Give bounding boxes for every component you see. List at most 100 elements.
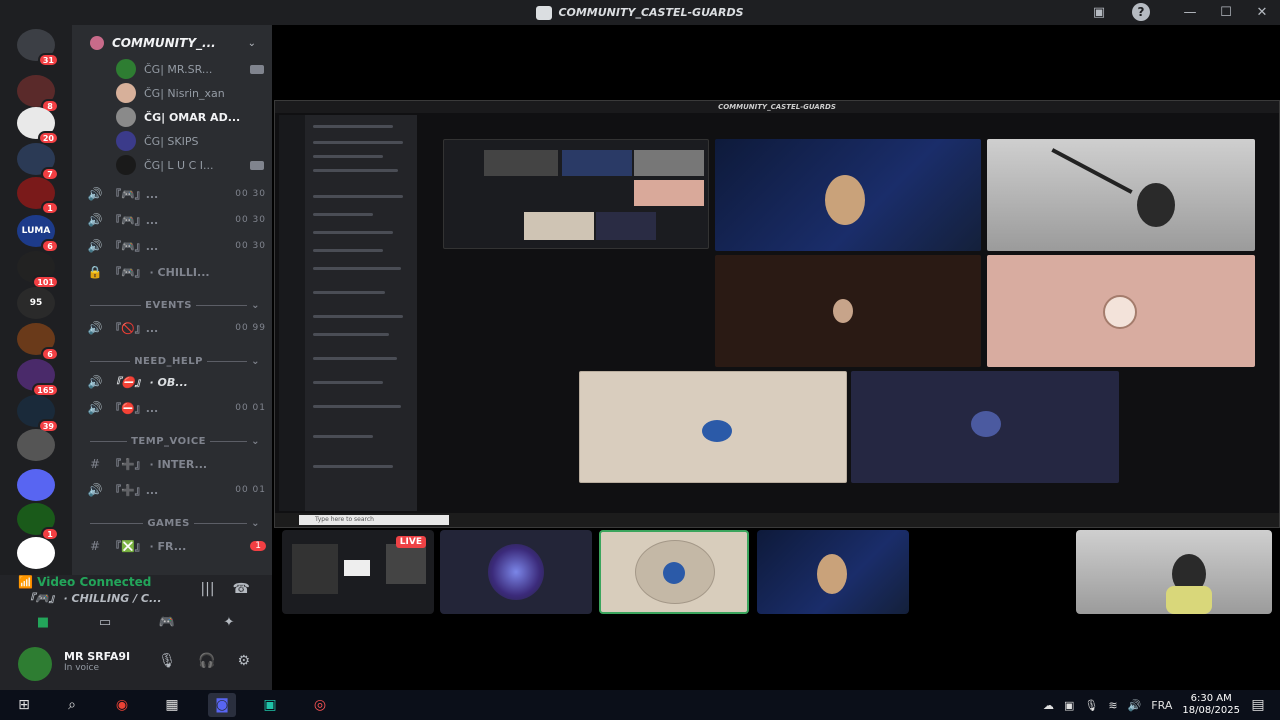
headphones-icon[interactable]: 🎧 xyxy=(198,653,215,669)
maximize-button[interactable]: ☐ xyxy=(1208,0,1244,25)
nested-screen-tile[interactable] xyxy=(443,139,709,249)
speaker-icon: 🔊 xyxy=(87,401,103,415)
search-icon[interactable]: ⌕ xyxy=(58,693,86,717)
channel-item[interactable]: 🔊 『🚫』... 00 99 xyxy=(86,317,266,339)
voice-channel-name[interactable]: 『🎮』 · CHILLING / C... xyxy=(24,590,162,606)
microphone-tray-icon[interactable]: 🎙 xyxy=(1084,699,1098,712)
shared-window-title: COMMUNITY_CASTEL-GUARDS xyxy=(275,101,1279,113)
channel-item[interactable]: 🔊 『🎮』... 00 30 xyxy=(86,209,266,231)
screen-share-view[interactable]: COMMUNITY_CASTEL-GUARDS Type here to sea… xyxy=(274,100,1280,528)
screen-share-button[interactable]: ▭ xyxy=(76,611,134,633)
start-icon[interactable]: ⊞ xyxy=(10,693,38,717)
wifi-icon[interactable]: ≋ xyxy=(1108,699,1117,712)
app-icon[interactable]: ▦ xyxy=(158,693,186,717)
clock[interactable]: 6:30 AM 18/08/2025 xyxy=(1182,693,1240,717)
chrome-icon[interactable]: ◉ xyxy=(108,693,136,717)
server-icon[interactable] xyxy=(17,469,55,501)
microphone-icon[interactable]: 🎙 xyxy=(158,653,176,669)
screen-app-icon[interactable]: ▣ xyxy=(256,693,284,717)
participant-thumbnail[interactable] xyxy=(440,530,592,614)
channel-item[interactable]: 🔊 『🎮』... 00 30 xyxy=(86,235,266,257)
camera-tile-6[interactable] xyxy=(851,371,1119,483)
noise-suppression-icon[interactable]: ||| xyxy=(200,581,214,597)
server-icon[interactable]: LUMA 6 xyxy=(17,215,59,253)
channel-item[interactable]: 🔒 『🎮』 · CHILLI... xyxy=(86,261,266,283)
user-status: In voice xyxy=(64,663,100,673)
channel-item[interactable]: 🔊 『➕』... 00 01 xyxy=(86,479,266,501)
camera-tile-4[interactable] xyxy=(987,255,1255,367)
discord-app-icon[interactable]: ◙ xyxy=(208,693,236,717)
server-icon[interactable] xyxy=(17,429,55,461)
avatar[interactable] xyxy=(18,647,52,681)
server-icon[interactable]: 31 xyxy=(17,29,59,67)
server-icon[interactable]: 1 xyxy=(17,177,59,215)
camera-tile-3[interactable] xyxy=(715,255,981,367)
voice-user[interactable]: ČG| L U C I... xyxy=(116,155,264,175)
avatar xyxy=(116,59,136,79)
tray-app-icon[interactable]: ▣ xyxy=(1064,699,1074,712)
soundboard-button[interactable]: ✦ xyxy=(200,611,258,633)
server-icon[interactable]: 165 xyxy=(17,359,59,397)
camera-tile-2[interactable] xyxy=(987,139,1255,251)
activity-button[interactable]: 🎮 xyxy=(138,611,196,633)
guild-header[interactable]: COMMUNITY_... ⌄ xyxy=(72,29,272,57)
camera-icon xyxy=(250,160,264,170)
camera-tile-5[interactable] xyxy=(579,371,847,483)
text-channel-icon: # xyxy=(89,539,101,553)
notification-icon[interactable]: ▤ xyxy=(1244,693,1272,717)
channel-item[interactable]: # 『➕』 · INTER... xyxy=(86,453,266,475)
disconnect-icon[interactable]: ☎ xyxy=(233,581,250,597)
stream-thumbnail[interactable]: LIVE xyxy=(282,530,434,614)
participant-thumbnail-selected[interactable] xyxy=(599,530,749,614)
participant-thumbnail[interactable] xyxy=(757,530,909,614)
server-icon[interactable]: 7 xyxy=(17,143,59,181)
voice-user[interactable]: ČG| Nisrin_xan xyxy=(116,83,264,103)
server-icon[interactable]: 95 xyxy=(17,287,55,319)
server-icon[interactable]: 20 xyxy=(17,107,59,145)
self-camera-thumbnail[interactable] xyxy=(1076,530,1272,614)
speaker-icon: 🔊 xyxy=(87,239,103,253)
channel-item[interactable]: 🔊 『⛔』 · OB... xyxy=(86,371,266,393)
voice-user[interactable]: ČG| MR.SR... xyxy=(116,59,264,79)
voice-user-name: ČG| L U C I... xyxy=(144,158,214,172)
minimize-button[interactable]: — xyxy=(1172,0,1208,25)
channel-category[interactable]: EVENTS ⌄ xyxy=(90,297,260,313)
server-icon[interactable]: 6 xyxy=(17,323,59,361)
close-button[interactable]: ✕ xyxy=(1244,0,1280,25)
shared-search-box: Type here to search xyxy=(299,515,449,525)
channel-category[interactable]: NEED_HELP ⌄ xyxy=(90,353,260,369)
tray-icon[interactable]: ☁ xyxy=(1043,699,1054,712)
server-icon[interactable]: 8 xyxy=(17,75,59,113)
live-badge: LIVE xyxy=(395,536,426,548)
recorder-icon[interactable]: ◎ xyxy=(306,693,334,717)
channel-item[interactable]: 🔊 『🎮』... 00 30 xyxy=(86,183,266,205)
gear-icon[interactable]: ⚙ xyxy=(237,653,250,669)
volume-icon[interactable]: 🔊 xyxy=(1128,699,1142,712)
channel-category[interactable]: GAMES ⌄ xyxy=(90,515,260,531)
server-icon[interactable]: 101 xyxy=(17,251,59,289)
category-name: NEED_HELP xyxy=(134,355,203,367)
clock-time: 6:30 AM xyxy=(1190,693,1232,704)
channel-name: 『➕』 · INTER... xyxy=(110,458,208,471)
channel-item[interactable]: # 『❎』 · FR... 1 xyxy=(86,535,266,557)
camera-tile-1[interactable] xyxy=(715,139,981,251)
server-icon[interactable] xyxy=(17,537,55,569)
channel-name: 『🚫』... xyxy=(110,322,159,335)
server-label: LUMA xyxy=(21,226,51,236)
server-icon[interactable]: 39 xyxy=(17,395,59,433)
chevron-down-icon: ⌄ xyxy=(251,355,260,367)
channel-item[interactable]: 🔊 『⛔』... 00 01 xyxy=(86,397,266,419)
inbox-icon[interactable]: ▣ xyxy=(1090,3,1108,21)
channel-category[interactable]: TEMP_VOICE ⌄ xyxy=(90,433,260,449)
server-icon[interactable]: 1 xyxy=(17,503,59,541)
server-label: 95 xyxy=(29,298,43,308)
help-icon[interactable]: ? xyxy=(1132,3,1150,21)
clock-date: 18/08/2025 xyxy=(1182,705,1240,716)
voice-user[interactable]: ČG| SKIPS xyxy=(116,131,264,151)
camera-button[interactable]: ■ xyxy=(14,611,72,633)
avatar xyxy=(116,107,136,127)
language-indicator[interactable]: FRA xyxy=(1151,699,1172,712)
voice-user[interactable]: ČG| OMAR AD... xyxy=(116,107,264,127)
channel-user-count: 00 30 xyxy=(235,189,266,199)
title-bar: COMMUNITY_CASTEL-GUARDS ▣ ? — ☐ ✕ xyxy=(0,0,1280,25)
